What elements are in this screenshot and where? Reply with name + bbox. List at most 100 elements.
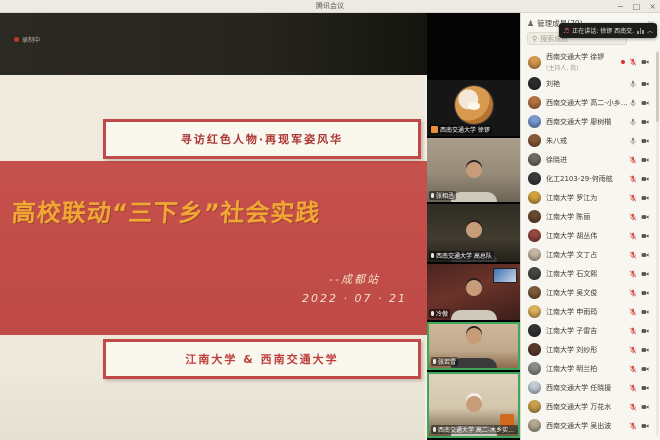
microphone-icon[interactable] <box>629 137 637 145</box>
video-filmstrip: 西南交通大学 徐锣 张相丞 西南交通大学 高总队 冷傲 张若雪 西南交通大学 高… <box>427 13 520 440</box>
members-icon: ♟ <box>527 19 534 28</box>
recording-label: 录制中 <box>22 35 40 44</box>
microphone-icon[interactable] <box>629 194 637 202</box>
member-row[interactable]: 江南大学 文丁占 <box>521 245 655 264</box>
member-row[interactable]: 江南大学 陈丽 <box>521 207 655 226</box>
close-button[interactable]: × <box>649 0 656 13</box>
camera-icon[interactable] <box>641 327 649 335</box>
camera-icon[interactable] <box>641 80 649 88</box>
microphone-icon[interactable] <box>629 403 637 411</box>
microphone-icon[interactable] <box>629 213 637 221</box>
microphone-icon[interactable] <box>629 346 637 354</box>
screen-share-inset <box>493 268 517 283</box>
member-name: 西南交通大学 任晓援 <box>546 383 629 393</box>
microphone-icon[interactable] <box>629 384 637 392</box>
microphone-icon[interactable] <box>629 270 637 278</box>
camera-icon[interactable] <box>641 289 649 297</box>
camera-icon[interactable] <box>641 251 649 259</box>
video-tile[interactable]: 西南交通大学 徐锣 <box>427 80 520 136</box>
member-row[interactable]: 西南交通大学 万花水 <box>521 397 655 416</box>
microphone-icon[interactable] <box>629 175 637 183</box>
video-tile-name: 西南交通大学 徐锣 <box>440 125 490 134</box>
maximize-button[interactable]: □ <box>633 0 641 13</box>
member-name: 朱八戒 <box>546 136 629 146</box>
microphone-icon[interactable] <box>629 308 637 316</box>
member-row[interactable]: 徐晓进 <box>521 150 655 169</box>
recording-indicator[interactable]: 录制中 <box>14 35 40 44</box>
microphone-icon[interactable] <box>629 99 637 107</box>
video-tile[interactable]: 张相丞 <box>427 138 520 202</box>
minimize-button[interactable]: − <box>617 0 624 13</box>
member-row[interactable]: 西南交通大学 廖树楷 <box>521 112 655 131</box>
camera-icon[interactable] <box>641 346 649 354</box>
video-tile-label: 冷傲 <box>429 309 450 318</box>
camera-icon[interactable] <box>641 156 649 164</box>
member-row[interactable]: 江南大学 罗江为 <box>521 188 655 207</box>
member-row[interactable]: 江南大学 子雷吉 <box>521 321 655 340</box>
video-tile[interactable]: 张若雪 <box>427 322 520 370</box>
member-avatar <box>528 381 541 394</box>
microphone-icon[interactable] <box>629 365 637 373</box>
microphone-icon[interactable] <box>629 251 637 259</box>
camera-icon[interactable] <box>641 213 649 221</box>
member-row[interactable]: 刘艳 <box>521 74 655 93</box>
member-avatar <box>528 56 541 69</box>
member-row[interactable]: 江南大学 石文熙 <box>521 264 655 283</box>
member-row[interactable]: 江南大学 胡丛伟 <box>521 226 655 245</box>
member-row[interactable]: 西南交通大学 高二-小乡实践总队 <box>521 93 655 112</box>
member-avatar <box>528 77 541 90</box>
member-avatar <box>528 172 541 185</box>
member-row[interactable]: 江南大学 明兰柏 <box>521 359 655 378</box>
camera-icon[interactable] <box>641 194 649 202</box>
member-row[interactable]: 朱八戒 <box>521 131 655 150</box>
camera-icon[interactable] <box>641 403 649 411</box>
member-list: 西南交通大学 徐锣 (主持人, 我) 刘艳 <box>521 50 655 440</box>
camera-icon[interactable] <box>641 175 649 183</box>
toast-collapse-icon[interactable]: ︿ <box>647 26 653 35</box>
member-row[interactable]: 江南大学 刘纱彤 <box>521 340 655 359</box>
member-avatar <box>528 400 541 413</box>
camera-icon[interactable] <box>641 365 649 373</box>
member-name: 徐晓进 <box>546 155 629 165</box>
member-name: 江南大学 子雷吉 <box>546 326 629 336</box>
camera-icon[interactable] <box>641 58 649 66</box>
microphone-icon[interactable] <box>629 232 637 240</box>
video-tile-label: 张若雪 <box>431 357 458 366</box>
member-avatar <box>528 229 541 242</box>
recording-dot-icon <box>621 60 625 64</box>
camera-icon[interactable] <box>641 118 649 126</box>
member-row[interactable]: 西南交通大学 任晓援 <box>521 378 655 397</box>
microphone-icon[interactable] <box>629 156 637 164</box>
member-row[interactable]: 江南大学 申雨筠 <box>521 302 655 321</box>
microphone-icon[interactable] <box>629 58 637 66</box>
participant-video <box>451 294 497 320</box>
shared-screen-area: 录制中 寻访红色人物·再现军姿风华 高校联动“三下乡”社会实践 --成都站 20… <box>0 13 427 440</box>
camera-icon[interactable] <box>641 99 649 107</box>
slide-main-title: 高校联动“三下乡”社会实践 <box>11 193 418 228</box>
member-row[interactable]: 化工2103-29-何雨舷 <box>521 169 655 188</box>
member-row[interactable]: 西南交通大学 吴出波 <box>521 416 655 435</box>
member-name: 化工2103-29-何雨舷 <box>546 174 629 184</box>
camera-icon[interactable] <box>641 422 649 430</box>
member-avatar <box>528 362 541 375</box>
member-row[interactable]: 江南大学 吴文俊 <box>521 283 655 302</box>
camera-icon[interactable] <box>641 137 649 145</box>
camera-icon[interactable] <box>641 232 649 240</box>
speaking-toast[interactable]: ♬ 正在讲话: 徐锣 西南交... ︿ <box>559 23 657 38</box>
member-row[interactable]: 西南交通大学 徐锣 (主持人, 我) <box>521 50 655 74</box>
video-tile[interactable]: 冷傲 <box>427 264 520 320</box>
microphone-icon[interactable] <box>629 422 637 430</box>
camera-icon[interactable] <box>641 308 649 316</box>
panel-scrollbar-thumb[interactable] <box>656 52 659 122</box>
microphone-icon[interactable] <box>629 289 637 297</box>
microphone-icon[interactable] <box>629 118 637 126</box>
video-tile[interactable]: 西南交通大学 高总队 <box>427 204 520 262</box>
microphone-icon[interactable] <box>629 327 637 335</box>
participant-video <box>451 176 497 202</box>
camera-icon[interactable] <box>641 270 649 278</box>
video-tile[interactable]: 西南交通大学 高二-木乡实践总队 <box>427 372 520 438</box>
microphone-icon[interactable] <box>629 80 637 88</box>
video-tile-label: 西南交通大学 高二-木乡实践总队 <box>431 425 519 434</box>
camera-icon[interactable] <box>641 384 649 392</box>
panel-scrollbar[interactable] <box>656 50 659 436</box>
